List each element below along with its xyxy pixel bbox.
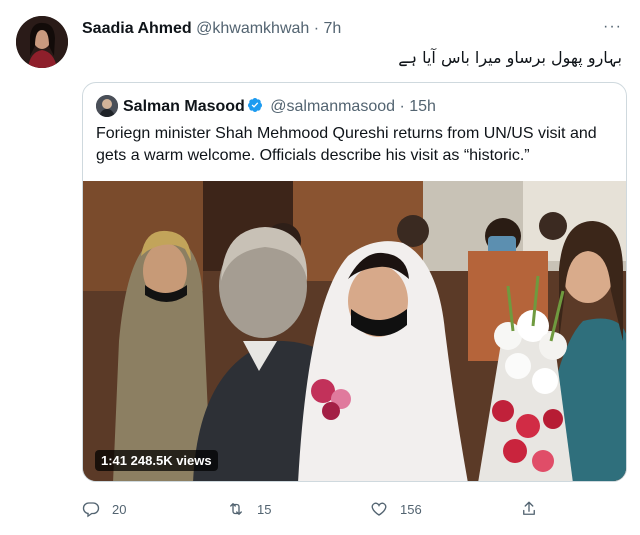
- verified-badge-icon: [247, 98, 262, 112]
- separator-dot: ·: [313, 20, 320, 37]
- retweet-icon: [230, 503, 242, 515]
- video-player[interactable]: 1:41 248.5K views: [83, 181, 626, 481]
- video-stats-badge: 1:41 248.5K views: [95, 450, 218, 471]
- video-views: 248.5K views: [130, 453, 212, 468]
- tweet-header: Saadia Ahmed @khwamkhwah · 7h: [82, 20, 341, 38]
- author-handle[interactable]: @khwamkhwah: [196, 20, 309, 37]
- more-options-icon[interactable]: ···: [603, 18, 622, 36]
- heart-icon: [371, 502, 387, 516]
- share-icon: [523, 501, 535, 515]
- like-button[interactable]: 156: [370, 500, 422, 518]
- quoted-tweet-text: Foriegn minister Shah Mehmood Qureshi re…: [96, 125, 597, 164]
- retweet-button[interactable]: 15: [227, 500, 271, 518]
- quoted-tweet[interactable]: Salman Masood @salmanmasood · 15h Forieg…: [82, 82, 627, 482]
- quoted-author-avatar[interactable]: [96, 95, 118, 117]
- tweet-card[interactable]: Saadia Ahmed @khwamkhwah · 7h بہارو پھول…: [0, 0, 640, 535]
- reply-button[interactable]: 20: [82, 500, 126, 518]
- reply-icon: [82, 502, 100, 518]
- separator-dot: ·: [399, 98, 405, 115]
- quoted-author-name[interactable]: Salman Masood: [123, 98, 245, 115]
- quoted-timestamp[interactable]: 15h: [409, 98, 436, 115]
- share-button[interactable]: [520, 500, 550, 518]
- video-thumbnail: [83, 181, 626, 481]
- reply-count: 20: [112, 501, 127, 517]
- author-avatar[interactable]: [16, 16, 68, 68]
- quoted-tweet-header: Salman Masood @salmanmasood · 15h: [123, 97, 436, 116]
- retweet-count: 15: [257, 501, 272, 517]
- tweet-text: بہارو پھول برساو میرا باس آیا ہے: [398, 48, 622, 67]
- quoted-author-handle[interactable]: @salmanmasood: [270, 98, 395, 115]
- tweet-actions: 20 15 156: [82, 500, 627, 522]
- tweet-timestamp[interactable]: 7h: [324, 20, 342, 37]
- like-count: 156: [400, 501, 422, 517]
- video-duration: 1:41: [101, 453, 128, 468]
- author-name[interactable]: Saadia Ahmed: [82, 20, 192, 37]
